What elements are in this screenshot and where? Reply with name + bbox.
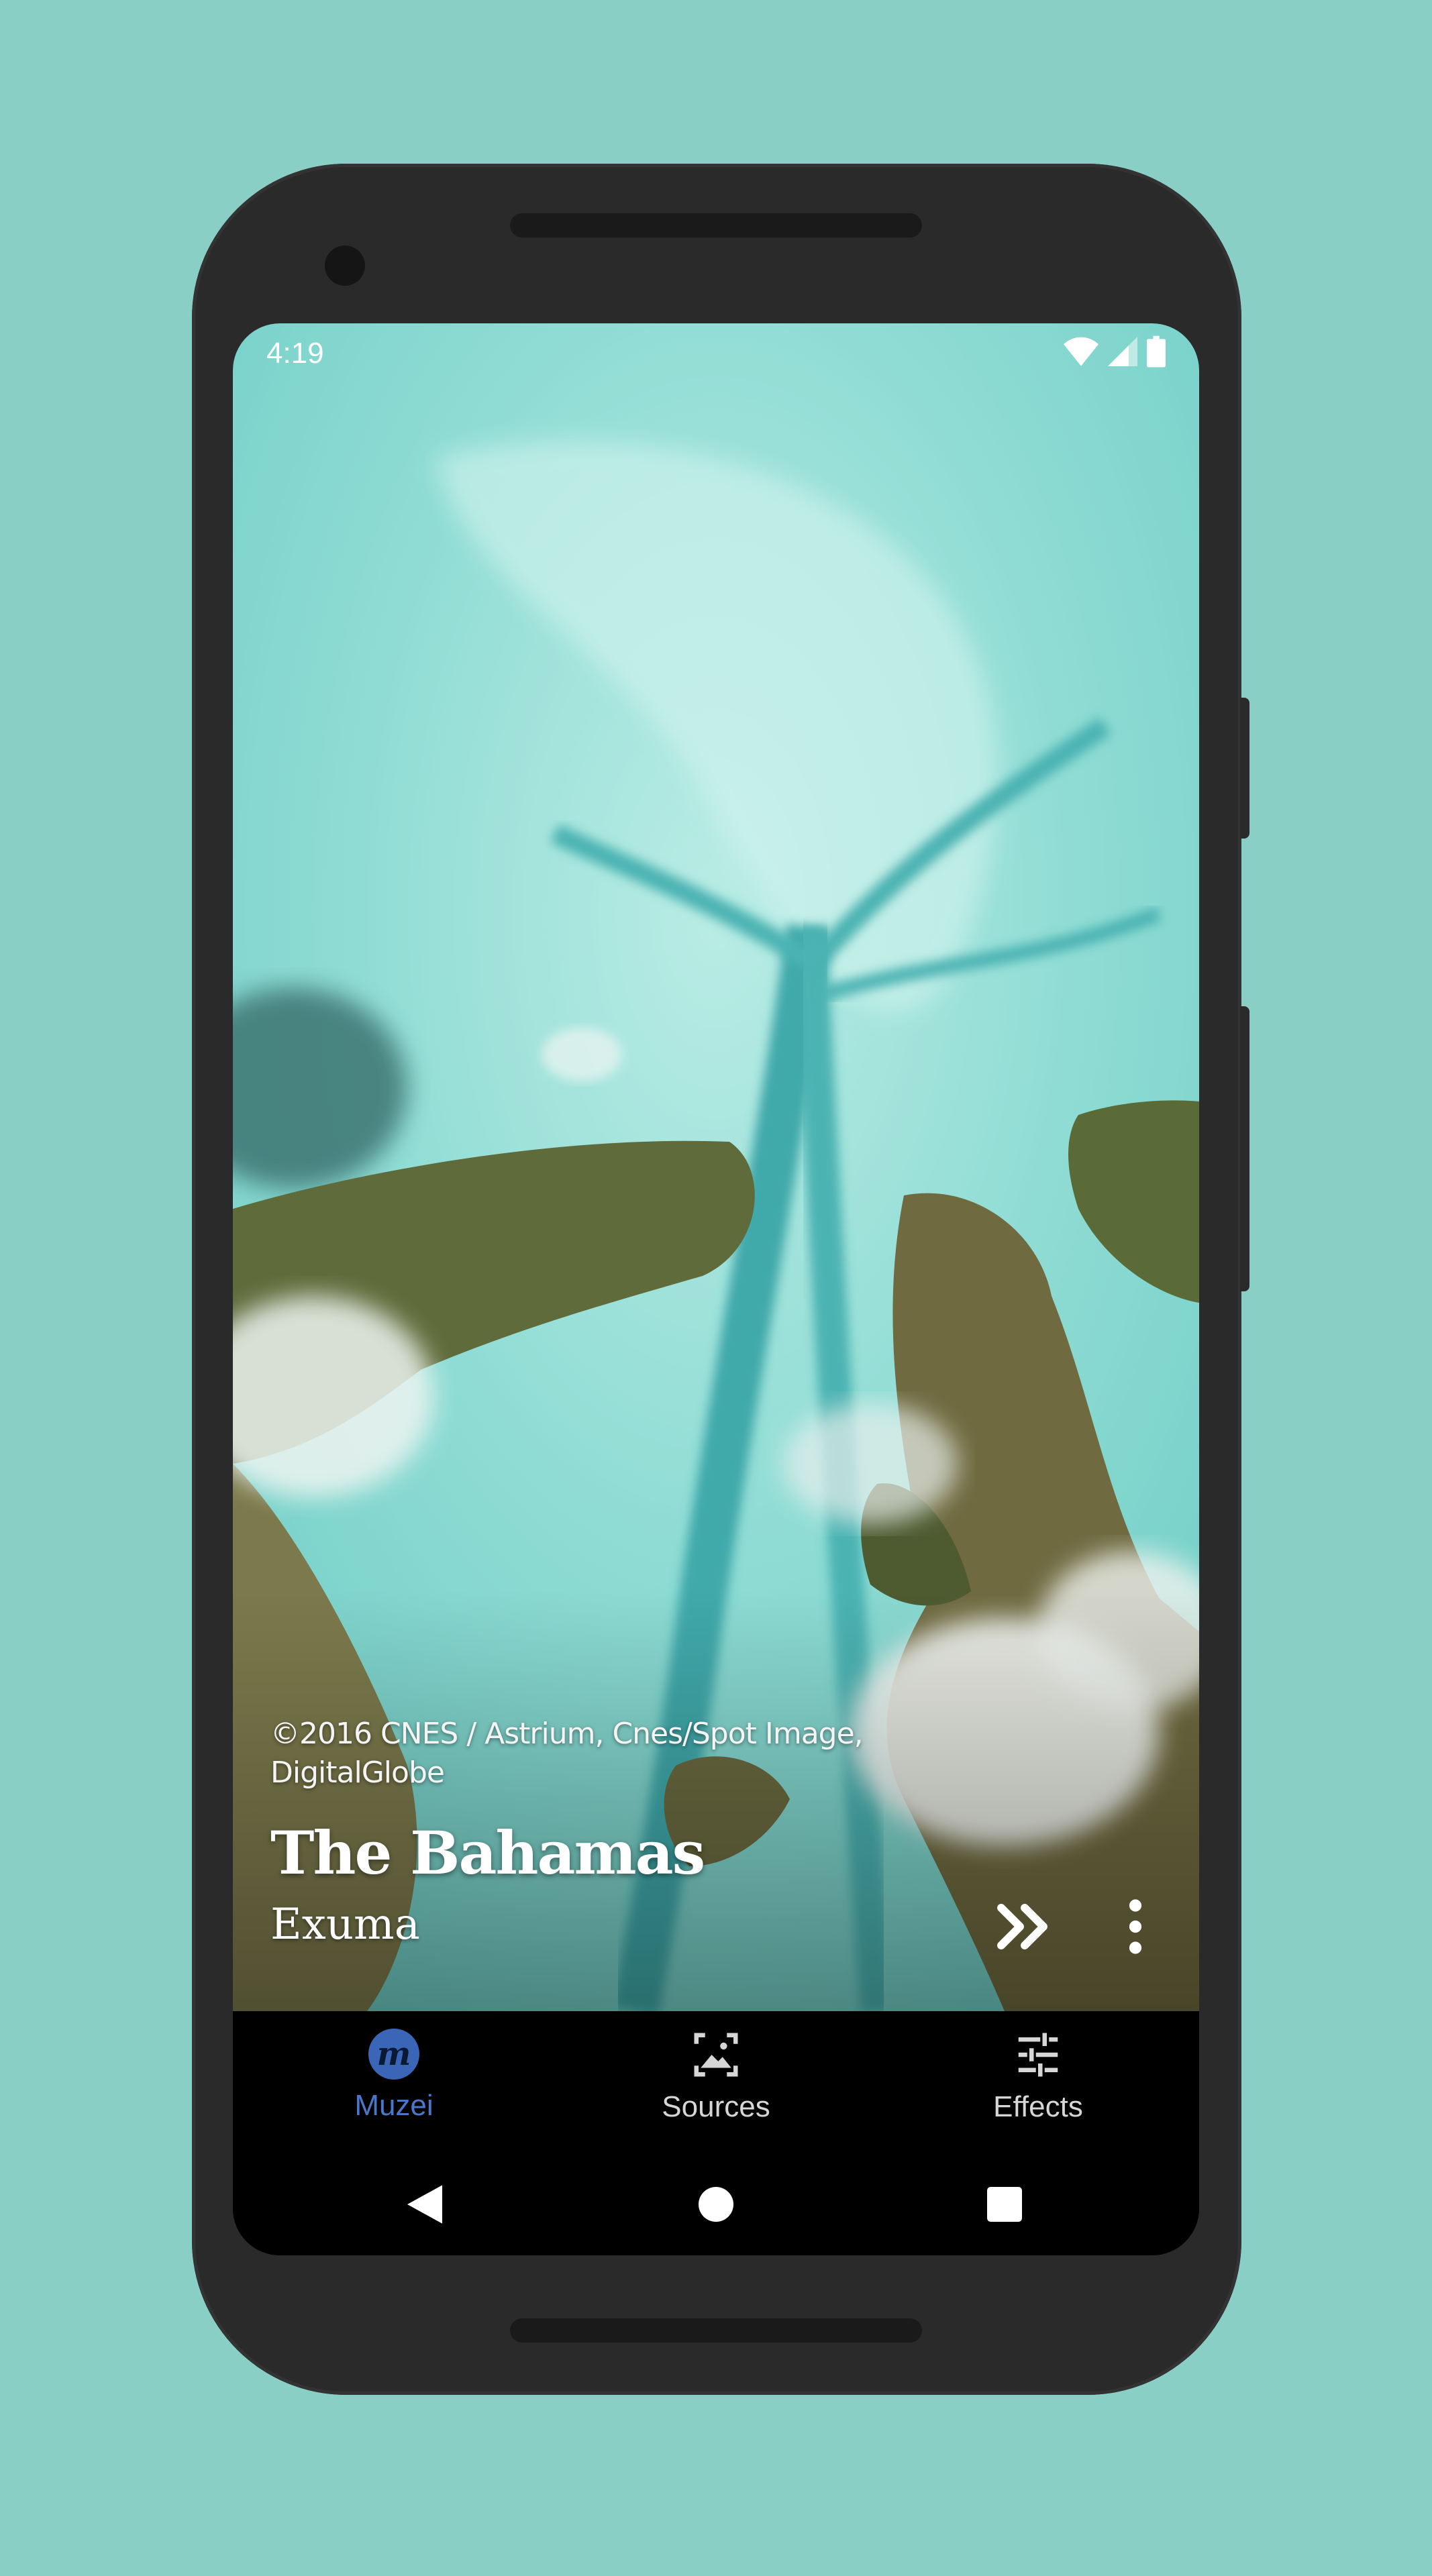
power-button (1240, 698, 1249, 839)
system-navigation-bar (233, 2152, 1199, 2255)
battery-icon (1147, 335, 1166, 368)
back-button[interactable] (391, 2171, 458, 2238)
earpiece-speaker (510, 213, 922, 237)
nav-label-effects: Effects (993, 2090, 1083, 2123)
recents-icon (987, 2187, 1022, 2222)
nav-item-sources[interactable]: Sources (555, 2011, 877, 2152)
phone-screen: 4:19 ©2016 CNES / Astrium, Cnes/Spot Ima… (233, 323, 1199, 2255)
more-vert-icon (1129, 1899, 1142, 1954)
tune-sliders-icon (1018, 2033, 1058, 2077)
artwork-byline[interactable]: Exuma (270, 1900, 420, 1949)
artwork-attribution: ©2016 CNES / Astrium, Cnes/Spot Image, D… (270, 1717, 864, 1790)
artwork-title[interactable]: The Bahamas (270, 1818, 705, 1888)
muzei-logo-letter: m (376, 2035, 411, 2073)
bottom-navigation: m Muzei Sources Effects (233, 2011, 1199, 2152)
status-icons (1064, 335, 1166, 368)
overflow-menu-button[interactable] (1098, 1893, 1172, 1960)
wifi-icon (1064, 337, 1098, 366)
sources-icon (694, 2033, 738, 2077)
double-chevron-right-icon (997, 1904, 1047, 1949)
cell-signal-icon (1108, 337, 1137, 366)
status-time: 4:19 (266, 337, 324, 370)
nav-label-sources: Sources (662, 2090, 770, 2123)
recents-button[interactable] (971, 2171, 1038, 2238)
bottom-speaker (510, 2318, 922, 2343)
next-artwork-button[interactable] (984, 1893, 1065, 1960)
front-camera (325, 246, 365, 286)
back-icon (407, 2185, 442, 2224)
muzei-logo-icon: m (368, 2029, 419, 2080)
volume-rocker (1240, 1006, 1249, 1291)
home-icon (699, 2187, 733, 2222)
status-bar: 4:19 (233, 323, 1199, 382)
nav-label-muzei: Muzei (354, 2089, 433, 2122)
home-button[interactable] (682, 2171, 750, 2238)
nav-item-effects[interactable]: Effects (877, 2011, 1199, 2152)
nav-item-muzei[interactable]: m Muzei (233, 2011, 555, 2152)
